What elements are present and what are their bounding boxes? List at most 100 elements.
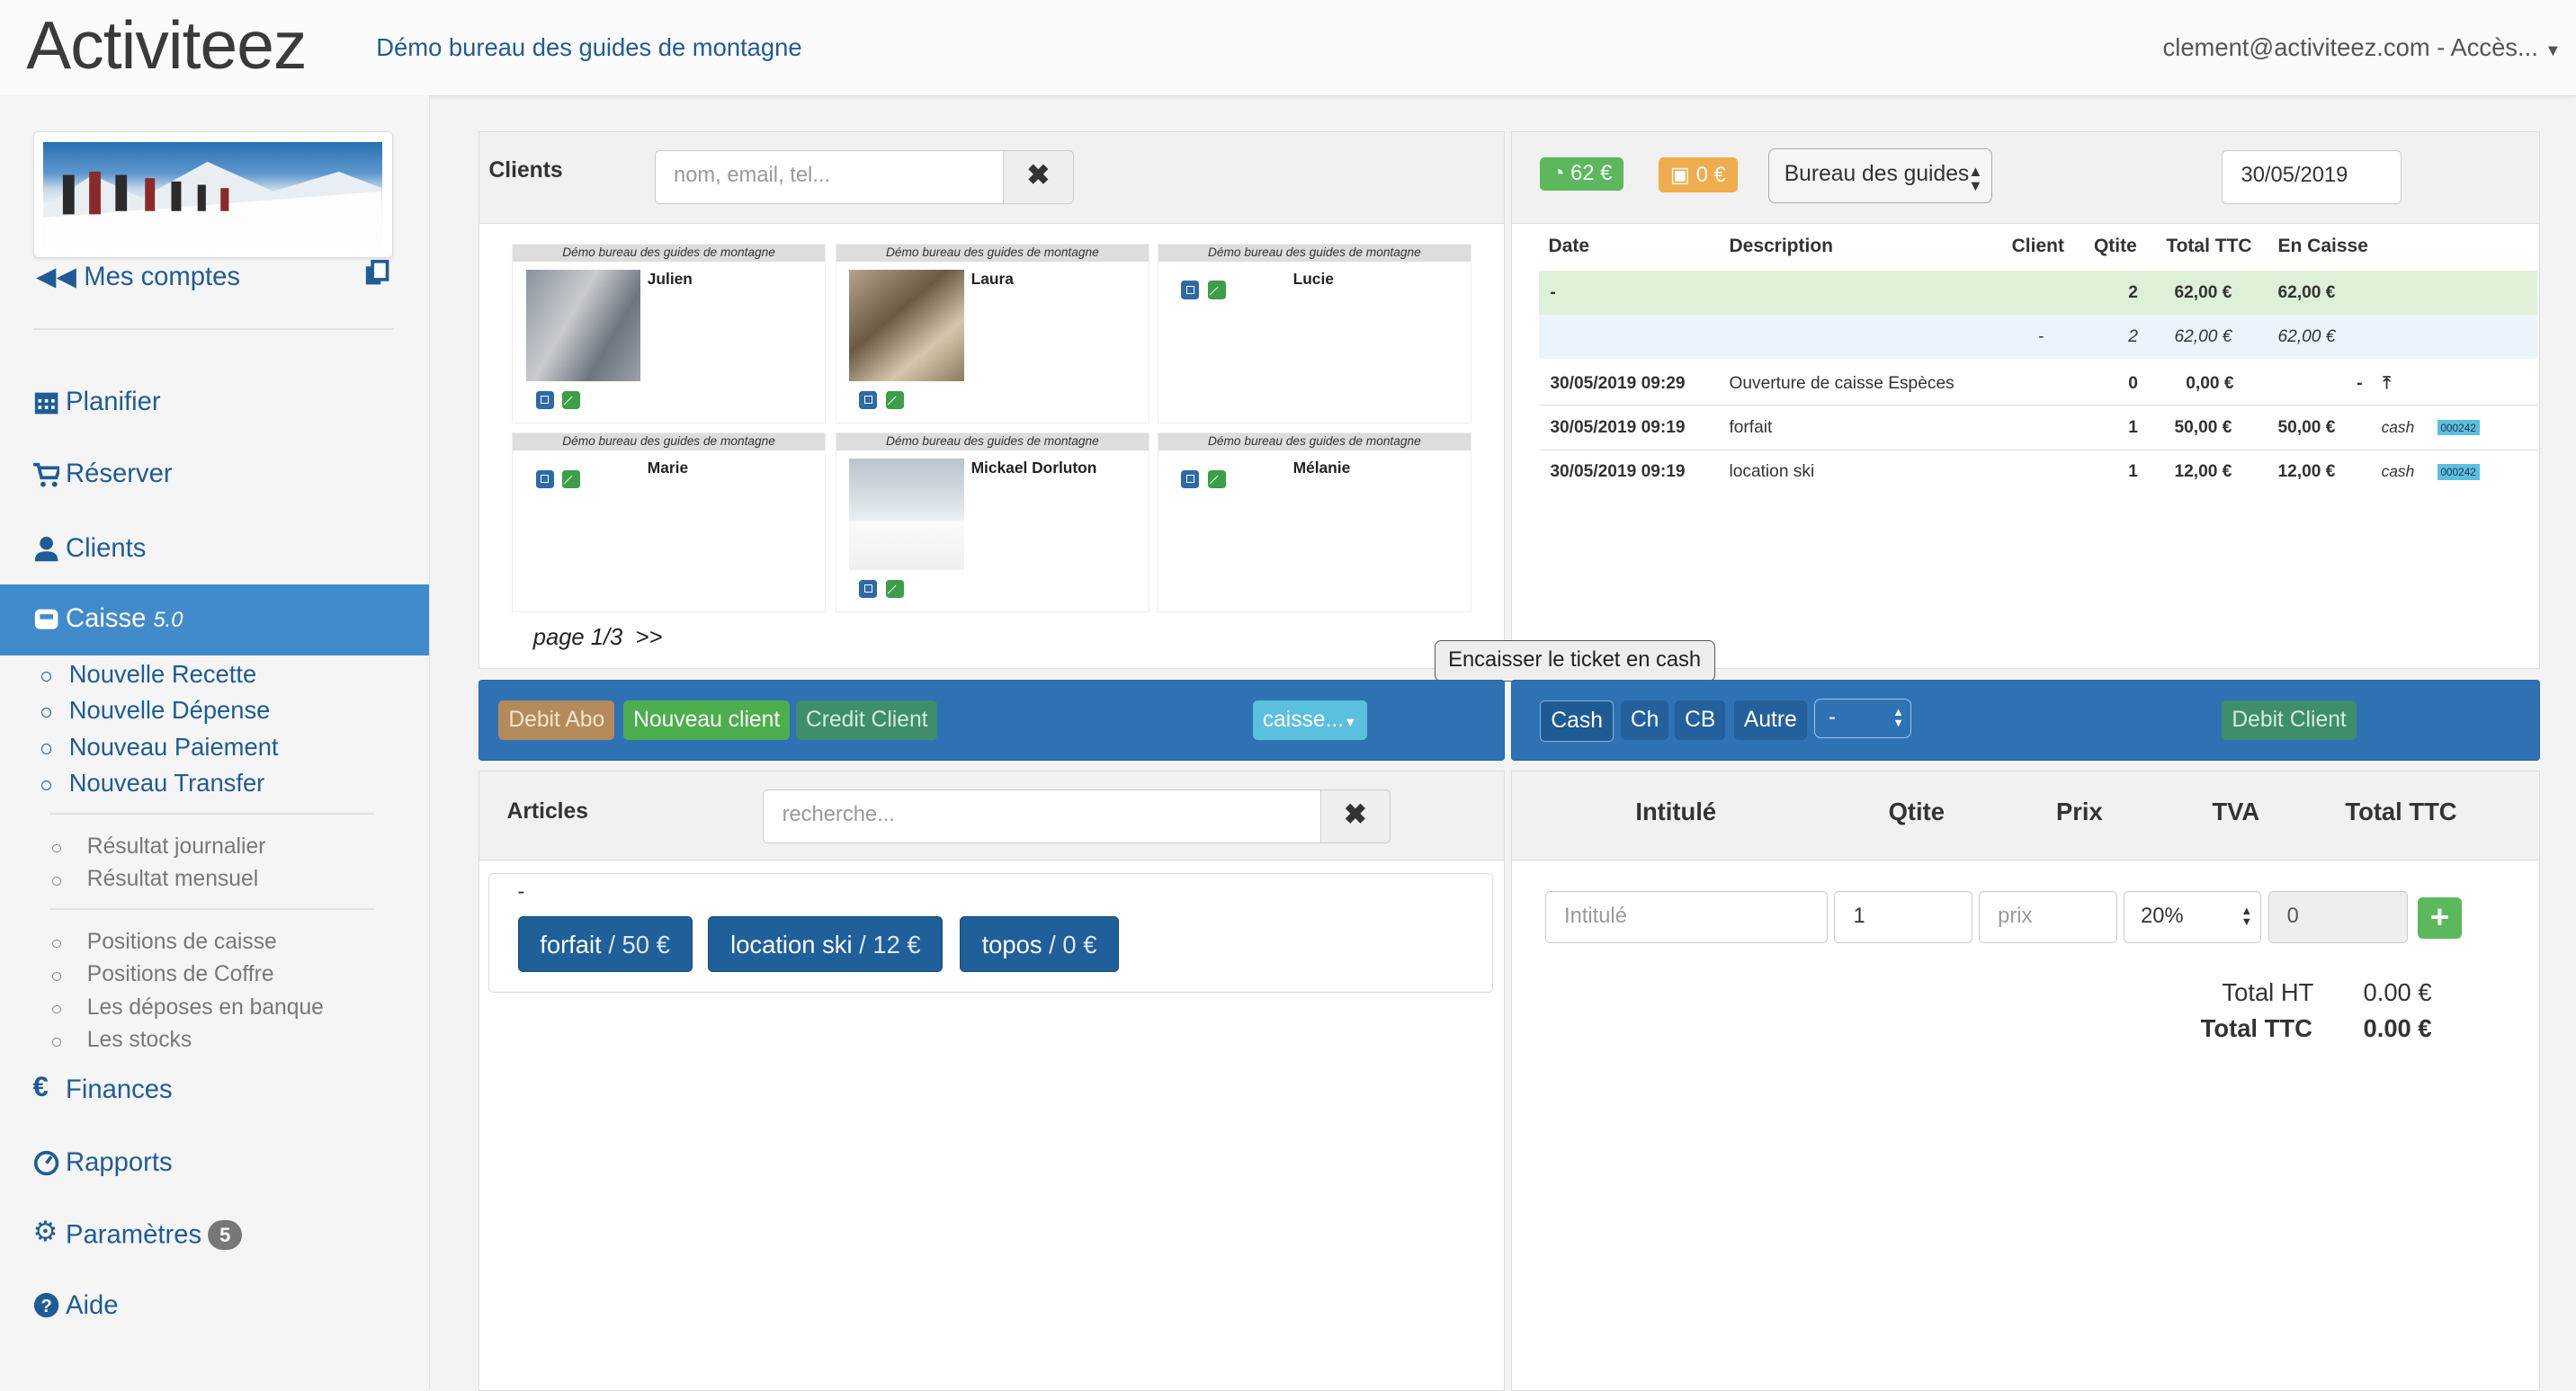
client-card[interactable]: Démo bureau des guides de montagne Lucie (1157, 244, 1471, 424)
col-qtite: Qtite (2093, 236, 2137, 257)
new-client-button[interactable]: Nouveau client (623, 700, 791, 740)
table-row[interactable]: 30/05/2019 09:19 location ski 1 12,00 € … (1539, 450, 2538, 494)
cb-button[interactable]: CB (1675, 700, 1726, 740)
edit-icon[interactable] (885, 390, 904, 409)
nav-aide[interactable]: ? Aide (0, 1271, 429, 1341)
debit-abo-button[interactable]: Debit Abo (498, 700, 615, 740)
payment-toolbar: Cash Ch CB Autre - ▲ ▼ Debit Client (1511, 680, 2540, 761)
nav-rapports[interactable]: Rapports (0, 1128, 429, 1198)
nav-label: Caisse (66, 604, 147, 634)
calendar-icon[interactable] (1181, 469, 1200, 488)
calendar-icon[interactable] (1181, 281, 1200, 299)
caisse-menu-button[interactable]: caisse...▼ (1252, 700, 1367, 740)
next-page-link[interactable]: >> (636, 625, 663, 650)
nav-clients[interactable]: Clients (0, 514, 429, 584)
submenu-item[interactable]: Les déposes en banque (0, 995, 429, 1025)
submenu-item[interactable]: Nouvelle Recette (0, 660, 429, 693)
summary-total: 62,00 € (2174, 283, 2232, 303)
col-intitule: Intitulé (1635, 797, 1717, 825)
submenu-item[interactable]: Les stocks (0, 1028, 429, 1057)
client-card[interactable]: Démo bureau des guides de montagne Julie… (512, 244, 827, 424)
client-photo (525, 269, 641, 381)
user-email: clement@activiteez.com - Accès... (2162, 32, 2538, 61)
date-input[interactable]: 30/05/2019 (2222, 150, 2402, 205)
submenu-item[interactable]: Positions de caisse (0, 930, 429, 959)
row-total: 50,00 € (2174, 417, 2232, 437)
nav-parametres[interactable]: ⚙ Paramètres 5 (0, 1200, 429, 1270)
calendar-icon[interactable] (535, 469, 554, 488)
clear-search-button[interactable]: ✖ (1003, 150, 1074, 205)
account-thumbnail[interactable] (32, 131, 393, 258)
article-name: forfait (540, 931, 602, 959)
prix-input[interactable]: prix (1979, 890, 2117, 944)
nav-caisse[interactable]: Caisse 5.0 (0, 584, 429, 655)
cheque-button[interactable]: Ch (1620, 700, 1669, 740)
nav-label: Finances (66, 1075, 173, 1105)
tva-select[interactable]: 20% ▲ ▼ (2123, 890, 2262, 944)
clear-article-search-button[interactable]: ✖ (1319, 789, 1391, 843)
edit-icon[interactable] (885, 579, 904, 598)
bullet (52, 972, 61, 981)
copy-icon[interactable] (364, 259, 390, 286)
nav-planifier[interactable]: Planifier (0, 368, 429, 437)
office-select[interactable]: Bureau des guides ▲ ▼ (1768, 148, 1992, 203)
clients-title: Clients (488, 158, 563, 183)
table-row[interactable]: 30/05/2019 09:19 forfait 1 50,00 € 50,00… (1538, 405, 2538, 450)
nav-parametres-label: Paramètres 5 (66, 1220, 243, 1251)
add-line-button[interactable]: + (2417, 897, 2463, 939)
submenu-item[interactable]: Résultat mensuel (0, 867, 429, 896)
row-qty: 1 (2128, 462, 2138, 482)
article-button[interactable]: topos / 0 € (959, 916, 1120, 973)
submenu-item[interactable]: Résultat journalier (0, 834, 429, 864)
submenu-item[interactable]: Nouveau Paiement (0, 733, 429, 766)
row-date: 30/05/2019 09:29 (1550, 373, 1686, 393)
page-subtitle[interactable]: Démo bureau des guides de montagne (376, 33, 801, 62)
client-card[interactable]: Démo bureau des guides de montagne Mélan… (1157, 432, 1471, 612)
client-card[interactable]: Démo bureau des guides de montagne Marie (512, 432, 827, 612)
user-menu[interactable]: clement@activiteez.com - Accès... ▼ (2163, 33, 2562, 62)
cash-button[interactable]: Cash (1540, 700, 1614, 742)
edit-icon[interactable] (1207, 281, 1226, 299)
client-card[interactable]: Démo bureau des guides de montagne Micka… (835, 432, 1149, 612)
brand-logo[interactable]: Activiteez (26, 6, 307, 84)
credit-client-button[interactable]: Credit Client (796, 700, 938, 740)
col-total: Total TTC (2166, 236, 2252, 257)
edit-icon[interactable] (1207, 469, 1226, 488)
row-caisse: 50,00 € (2277, 417, 2336, 437)
bullet (52, 1038, 61, 1047)
nav-reserver[interactable]: Réserver (0, 440, 429, 509)
payment-select[interactable]: - ▲ ▼ (1814, 699, 1912, 739)
client-card[interactable]: Démo bureau des guides de montagne Laura (835, 244, 1149, 424)
edit-icon[interactable] (561, 469, 580, 488)
upload-icon[interactable]: ⤒ (2383, 374, 2390, 394)
client-name: Mélanie (1292, 458, 1351, 477)
cash-total-badge: ◔ 62 € (1540, 156, 1624, 192)
calendar-icon[interactable] (859, 390, 878, 409)
caret-down-icon: ▼ (2545, 40, 2562, 59)
qty-input[interactable]: 1 (1834, 890, 1972, 944)
ticket-header: Intitulé Qtite Prix TVA Total TTC (1512, 771, 2539, 861)
client-org: Démo bureau des guides de montagne (836, 433, 1149, 450)
submenu-item[interactable]: Positions de Coffre (0, 962, 429, 992)
debit-client-button[interactable]: Debit Client (2222, 700, 2357, 740)
client-search-input[interactable]: nom, email, tel... (654, 150, 1006, 205)
edit-icon[interactable] (561, 390, 580, 409)
top-header: Activiteez Démo bureau des guides de mon… (0, 0, 2576, 96)
ticket-tag[interactable]: 000242 (2437, 419, 2480, 436)
nav-finances[interactable]: € Finances (0, 1056, 429, 1125)
calendar-icon[interactable] (535, 390, 554, 409)
intitule-input[interactable]: Intitulé (1544, 890, 1829, 944)
calendar-icon[interactable] (859, 579, 878, 598)
autre-button[interactable]: Autre (1733, 700, 1807, 740)
mountain-photo (43, 142, 382, 247)
article-name: topos (981, 931, 1042, 959)
article-button[interactable]: location ski / 12 € (708, 916, 944, 973)
submenu-item[interactable]: Nouvelle Dépense (0, 696, 429, 729)
submenu-item[interactable]: Nouveau Transfer (0, 769, 429, 802)
article-search-input[interactable]: recherche... (763, 789, 1324, 843)
article-button[interactable]: forfait / 50 € (517, 916, 693, 973)
ticket-tag[interactable]: 000242 (2437, 464, 2480, 480)
mes-comptes-link[interactable]: ◀◀ Mes comptes (36, 261, 240, 292)
bullet (52, 843, 61, 853)
table-row[interactable]: 30/05/2019 09:29 Ouverture de caisse Esp… (1538, 361, 2538, 406)
